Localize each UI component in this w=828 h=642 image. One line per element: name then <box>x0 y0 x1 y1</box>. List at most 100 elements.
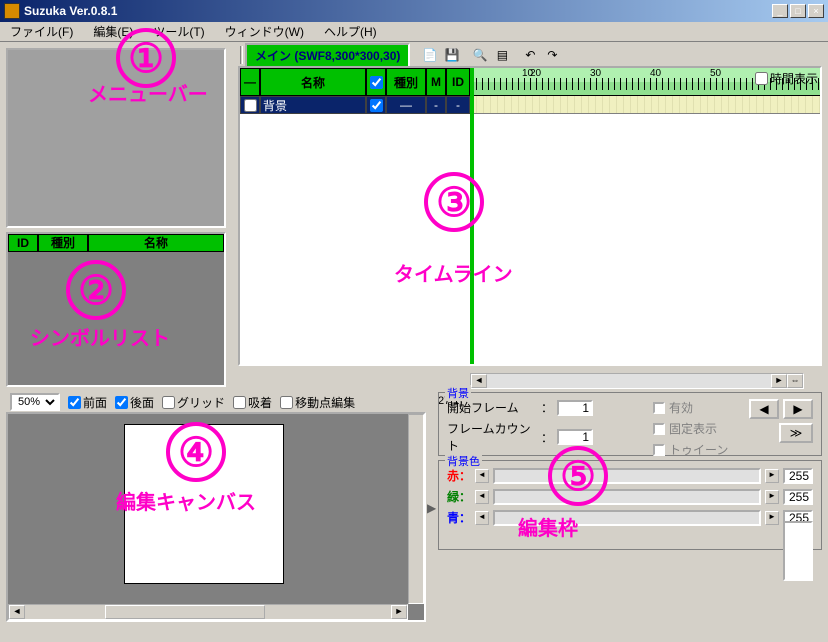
symbol-header-type[interactable]: 種別 <box>38 234 88 252</box>
snap-label: 吸着 <box>248 394 272 411</box>
scroll-left-button[interactable]: ◄ <box>471 374 487 388</box>
minimize-button[interactable]: _ <box>772 4 788 18</box>
frame-count-input[interactable] <box>557 429 593 445</box>
green-label: 緑： <box>447 488 471 505</box>
start-frame-input[interactable] <box>557 400 593 416</box>
save-button[interactable]: 💾 <box>442 46 462 64</box>
ruler-tick: 10 <box>470 68 530 79</box>
green-value-input[interactable] <box>783 489 813 505</box>
frame-count-label: フレームカウント <box>447 420 537 454</box>
redo-icon: ↷ <box>547 48 557 62</box>
grid-checkbox[interactable] <box>162 396 175 409</box>
fixed-label: 固定表示 <box>669 420 717 437</box>
green-dec-button[interactable]: ◄ <box>475 490 489 504</box>
next-frame-button[interactable]: ▶ <box>783 399 813 419</box>
blue-dec-button[interactable]: ◄ <box>475 511 489 525</box>
layer-visible-header[interactable] <box>366 68 386 96</box>
red-value-input[interactable] <box>783 468 813 484</box>
prev-frame-button[interactable]: ◀ <box>749 399 779 419</box>
zoom-select[interactable]: 50% <box>10 393 60 411</box>
symbol-header-id[interactable]: ID <box>8 234 38 252</box>
visible-all-checkbox[interactable] <box>370 76 383 89</box>
close-button[interactable]: × <box>808 4 824 18</box>
hscroll-thumb[interactable] <box>105 605 265 619</box>
scroll-end-button[interactable]: ⇔ <box>787 374 803 388</box>
start-frame-label: 開始フレーム <box>447 399 537 416</box>
layer-visible-checkbox[interactable] <box>370 99 383 112</box>
ruler-tick: 30 <box>590 68 650 79</box>
movepoint-checkbox[interactable] <box>280 396 293 409</box>
layer-row[interactable]: 背景 — - - <box>240 96 470 114</box>
fast-forward-button[interactable]: ≫ <box>779 423 813 443</box>
redo-button[interactable]: ↷ <box>542 46 562 64</box>
timeline-panel: メイン (SWF8,300*300,30) 📄 💾 🔍 ▤ ↶ ↷ — 名称 種… <box>238 44 822 389</box>
back-checkbox[interactable] <box>115 396 128 409</box>
snap-checkbox[interactable] <box>233 396 246 409</box>
search-button[interactable]: 🔍 <box>470 46 490 64</box>
scroll-right-button[interactable]: ► <box>771 374 787 388</box>
layer-name: 背景 <box>260 96 366 114</box>
time-display-label: 時間表示 <box>770 70 818 87</box>
red-label: 赤： <box>447 467 471 484</box>
menu-file[interactable]: ファイル(F) <box>4 21 79 42</box>
edit-canvas[interactable]: ◄ ► <box>6 412 426 622</box>
hscroll-left-button[interactable]: ◄ <box>9 605 25 619</box>
new-button[interactable]: 📄 <box>420 46 440 64</box>
movepoint-label: 移動点編集 <box>295 394 355 411</box>
menu-edit[interactable]: 編集(E) <box>87 21 139 42</box>
main-info-label: メイン (SWF8,300*300,30) <box>245 43 410 68</box>
layer-select-checkbox[interactable] <box>244 99 257 112</box>
layer-m: - <box>426 96 446 114</box>
symbol-header-name[interactable]: 名称 <box>88 234 224 252</box>
timeline-ruler[interactable]: 10 20 30 40 50 時間表示 <box>470 68 820 96</box>
layer-id-header[interactable]: ID <box>446 68 470 96</box>
enable-checkbox[interactable] <box>653 402 665 414</box>
red-slider[interactable] <box>493 468 761 484</box>
menu-tool[interactable]: ツール(T) <box>147 21 210 42</box>
list-button[interactable]: ▤ <box>492 46 512 64</box>
blue-label: 青： <box>447 509 471 526</box>
hscroll-right-button[interactable]: ► <box>391 605 407 619</box>
canvas-hscroll[interactable]: ◄ ► <box>8 604 408 620</box>
fixed-checkbox[interactable] <box>653 423 665 435</box>
expand-triangle-icon[interactable]: ▶ <box>427 501 436 515</box>
color-swatch <box>783 521 813 581</box>
undo-button[interactable]: ↶ <box>520 46 540 64</box>
layer-id: - <box>446 96 470 114</box>
time-display-checkbox[interactable] <box>755 72 768 85</box>
layer-type-header[interactable]: 種別 <box>386 68 426 96</box>
green-slider[interactable] <box>493 489 761 505</box>
app-icon <box>4 3 20 19</box>
undo-icon: ↶ <box>525 48 535 62</box>
layer-type: — <box>386 96 426 114</box>
menu-window[interactable]: ウィンドウ(W) <box>219 21 310 42</box>
menu-bar: ファイル(F) 編集(E) ツール(T) ウィンドウ(W) ヘルプ(H) <box>0 22 828 42</box>
search-icon: 🔍 <box>473 48 488 62</box>
edit-frame-panel: 背景 開始フレーム ： フレームカウント ： 有効 固定 <box>438 392 822 642</box>
menu-help[interactable]: ヘルプ(H) <box>318 21 383 42</box>
layer-arrow-header[interactable]: — <box>240 68 260 96</box>
divider <box>240 46 243 64</box>
symbol-list-panel: ID 種別 名称 <box>6 232 226 387</box>
bgcolor-group-title: 背景色 <box>445 453 482 469</box>
enable-label: 有効 <box>669 399 693 416</box>
red-inc-button[interactable]: ► <box>765 469 779 483</box>
blue-slider[interactable] <box>493 510 761 526</box>
maximize-button[interactable]: □ <box>790 4 806 18</box>
front-checkbox[interactable] <box>68 396 81 409</box>
playhead[interactable] <box>470 68 474 364</box>
front-label: 前面 <box>83 394 107 411</box>
layer-name-header[interactable]: 名称 <box>260 68 366 96</box>
red-dec-button[interactable]: ◄ <box>475 469 489 483</box>
green-inc-button[interactable]: ► <box>765 490 779 504</box>
canvas-vscroll[interactable] <box>408 414 424 604</box>
canvas-stage[interactable] <box>124 424 284 584</box>
back-label: 後面 <box>130 394 154 411</box>
layer-m-header[interactable]: M <box>426 68 446 96</box>
triangle-right-icon: ▶ <box>793 402 802 416</box>
timeline-track[interactable] <box>470 96 820 114</box>
ruler-tick: 40 <box>650 68 710 79</box>
blue-inc-button[interactable]: ► <box>765 511 779 525</box>
tween-checkbox[interactable] <box>653 444 665 456</box>
timeline-hscroll[interactable]: ◄ ► ⇔ <box>470 373 804 389</box>
